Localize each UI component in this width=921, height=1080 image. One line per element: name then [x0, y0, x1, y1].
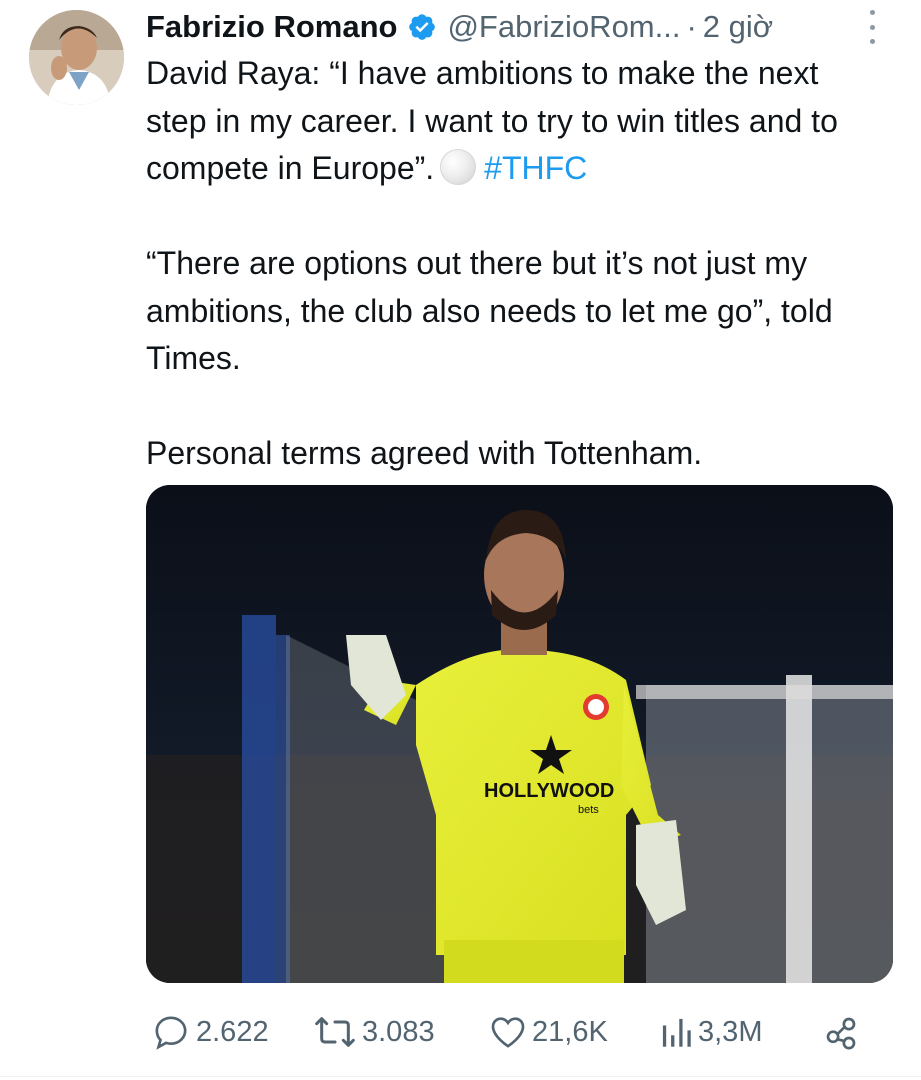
share-button[interactable] [822, 1012, 860, 1052]
avatar-photo [29, 10, 124, 105]
reply-button[interactable]: 2.622 [150, 1012, 269, 1052]
views-chart-icon [662, 1018, 691, 1047]
tweet-actions-bar: 2.622 3.083 21,6K 3,3M [146, 1006, 876, 1056]
like-count: 21,6K [532, 1015, 608, 1048]
reply-count: 2.622 [196, 1015, 269, 1048]
bottom-divider [0, 1076, 921, 1077]
hashtag-link[interactable]: #THFC [484, 150, 587, 186]
shirt-sponsor-text: HOLLYWOOD [484, 780, 614, 802]
heart-icon [491, 1017, 525, 1048]
tweet-body: David Raya: “I have ambitions to make th… [146, 50, 886, 478]
tweet-media-photo[interactable]: HOLLYWOOD bets [146, 485, 893, 983]
white-circle-emoji-icon [440, 149, 477, 185]
avatar[interactable] [29, 10, 124, 105]
repost-count: 3.083 [362, 1015, 435, 1048]
tweet-paragraph: Personal terms agreed with Tottenham. [146, 435, 703, 471]
reply-icon [155, 1016, 187, 1050]
views-button[interactable]: 3,3M [658, 1012, 762, 1052]
tweet-timestamp[interactable]: 2 giờ [703, 9, 773, 45]
author-name[interactable]: Fabrizio Romano [146, 9, 397, 45]
tweet-paragraph: “There are options out there but it’s no… [146, 245, 833, 376]
separator-dot: · [686, 9, 697, 44]
like-button[interactable]: 21,6K [488, 1012, 608, 1052]
repost-icon [315, 1017, 355, 1047]
repost-button[interactable]: 3.083 [312, 1012, 435, 1052]
shirt-sponsor-sub-text: bets [578, 804, 599, 816]
view-count: 3,3M [698, 1015, 763, 1048]
more-options-icon[interactable] [864, 10, 880, 44]
tweet-header: Fabrizio Romano @FabrizioRom... · 2 giờ [146, 4, 886, 50]
tweet-paragraph: David Raya: “I have ambitions to make th… [146, 50, 886, 193]
verified-badge-icon [407, 12, 437, 42]
author-handle[interactable]: @FabrizioRom... [447, 9, 680, 45]
share-icon [826, 1017, 856, 1050]
